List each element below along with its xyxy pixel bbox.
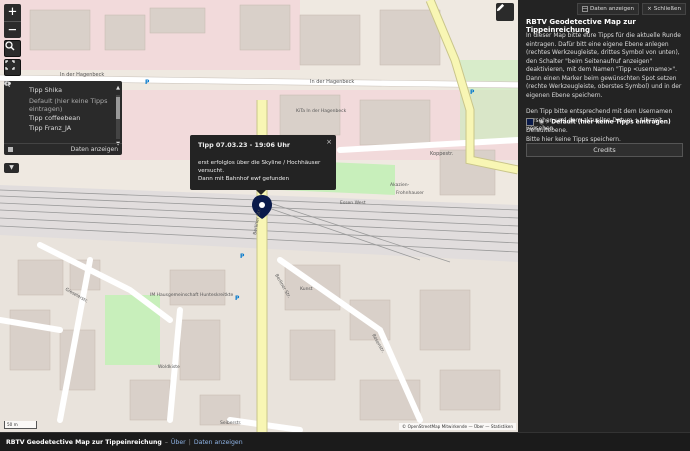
sidebar-toolbar: Daten anzeigen × Schließen	[576, 3, 686, 15]
layer-row[interactable]: Default (hier keine Tipps eintragen)	[4, 81, 122, 113]
layer-label: Tipp Franz_JA	[29, 124, 72, 132]
legend-layer-name: Default (hier keine Tipps eintragen)	[551, 119, 671, 126]
zoom-to-layer-icon[interactable]	[4, 81, 24, 131]
poi-label: Woldkiste	[158, 364, 180, 370]
popup-tip	[256, 190, 266, 195]
parking-icon: P	[145, 79, 150, 86]
eye-icon[interactable]	[4, 81, 15, 93]
legend: ◉ ⌕ Default (hier keine Tipps eintragen)…	[526, 118, 684, 144]
zoom-out-button[interactable]: −	[4, 21, 21, 38]
zoom-to-layer-icon[interactable]	[4, 81, 24, 121]
poi-label: IM Hausgemeinschaft Hunteskreitkte	[150, 292, 233, 298]
street-label: Seiberstr.	[220, 420, 241, 426]
layer-row[interactable]: Tipp Franz_JA	[4, 81, 122, 133]
poi-label: KiTa In der Hagenbeck	[296, 108, 347, 114]
popup-title: Tipp 07.03.23 - 19:06 Uhr	[198, 141, 291, 149]
street-label: In der Hagenbeck	[310, 79, 354, 85]
zoom-to-layer-icon[interactable]	[4, 81, 24, 93]
map-title: RBTV Geodetective Map zur Tippeinreichun…	[6, 438, 162, 446]
legend-swatch	[526, 118, 534, 126]
bottom-bar: RBTV Geodetective Map zur Tippeinreichun…	[0, 432, 690, 451]
station-label: Essen West	[340, 200, 366, 206]
zoom-to-layer-icon[interactable]	[4, 81, 24, 103]
popup-line: erst erfolglos über die Skyline / Hochhä…	[198, 160, 321, 166]
pencil-icon	[496, 3, 505, 12]
app-root: In der Hagenbeck In der Hagenbeck KiTa I…	[0, 0, 690, 451]
sidebar-show-data-label: Daten anzeigen	[589, 6, 635, 12]
zoom-icon[interactable]: ⌕	[546, 119, 549, 126]
separator: –	[164, 438, 168, 446]
collapse-layers-button[interactable]: ▼	[4, 163, 19, 173]
poi-label: Akazien-	[390, 182, 410, 188]
layer-label: Tipp coffeebean	[29, 114, 81, 122]
zoom-controls: + −	[4, 4, 21, 38]
search-icon	[5, 41, 15, 51]
show-data-button[interactable]: Daten anzeigen	[71, 146, 118, 153]
layer-label: Default (hier keine Tipps eintragen)	[29, 97, 108, 113]
layers-toggle-icon[interactable]	[8, 147, 13, 152]
popup-line: versucht.	[198, 168, 225, 174]
description-paragraph: In dieser Map bitte eure Tipps für die a…	[526, 33, 682, 99]
sidebar-close-button[interactable]: × Schließen	[642, 3, 686, 15]
parking-icon: P	[235, 295, 240, 302]
fullscreen-icon	[5, 60, 15, 70]
close-icon: ×	[647, 6, 652, 12]
sidebar: Daten anzeigen × Schließen RBTV Geodetec…	[518, 0, 690, 432]
separator: |	[188, 438, 191, 446]
eye-icon[interactable]	[4, 81, 15, 131]
parking-icon: P	[470, 89, 475, 96]
show-data-link[interactable]: Daten anzeigen	[194, 439, 243, 446]
eye-off-icon[interactable]	[4, 81, 15, 103]
legend-suffix: Defaultebene.	[526, 128, 568, 134]
layer-row[interactable]: Tipp Shika	[4, 81, 122, 95]
about-link[interactable]: Über	[171, 439, 186, 446]
fullscreen-button[interactable]	[4, 59, 21, 76]
table-icon	[582, 6, 588, 12]
parking-icon: P	[240, 253, 245, 260]
layer-row[interactable]: Tipp coffeebean	[4, 81, 122, 123]
street-label: Koppestr.	[430, 151, 454, 157]
layer-label: Tipp Shika	[29, 86, 63, 94]
eye-icon[interactable]: ◉	[539, 119, 544, 126]
poi-label: Kunst	[300, 286, 313, 292]
layers-footer: Daten anzeigen	[4, 143, 122, 155]
sidebar-close-label: Schließen	[653, 6, 681, 12]
marker-popup: × Tipp 07.03.23 - 19:06 Uhr erst erfolgl…	[190, 135, 336, 190]
eye-icon[interactable]	[4, 81, 15, 121]
sidebar-show-data-button[interactable]: Daten anzeigen	[576, 3, 640, 15]
street-label: In der Hagenbeck	[60, 72, 104, 78]
scale-bar: 50 m	[4, 421, 37, 429]
edit-button[interactable]	[496, 3, 514, 21]
popup-line: Dann mit Bahnhof ewf gefunden	[198, 176, 290, 182]
close-popup-button[interactable]: ×	[326, 138, 332, 146]
map-attribution[interactable]: © OpenStreetMap Mitwirkende — Über — Sta…	[399, 423, 516, 430]
poi-label: Frohnhauser	[396, 190, 424, 196]
layers-scrollbar-thumb[interactable]	[116, 97, 120, 119]
search-button[interactable]	[4, 40, 21, 57]
zoom-in-button[interactable]: +	[4, 4, 21, 21]
scroll-up-icon[interactable]: ▲	[115, 85, 121, 91]
legend-row: ◉ ⌕ Default (hier keine Tipps eintragen)…	[526, 118, 684, 136]
map-canvas[interactable]: In der Hagenbeck In der Hagenbeck KiTa I…	[0, 0, 518, 432]
credits-button[interactable]: Credits	[526, 143, 683, 157]
map-tiles[interactable]: In der Hagenbeck In der Hagenbeck KiTa I…	[0, 0, 518, 432]
layers-panel: Tipp Shika Default (hier keine Tipps ein…	[4, 81, 122, 155]
